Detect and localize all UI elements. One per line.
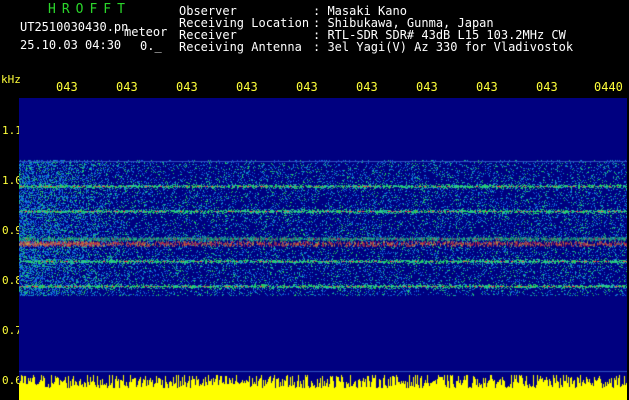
info-value-antenna: : 3el Yagi(V) Az 330 for Vladivostok (313, 40, 574, 54)
time-label: 043 (416, 80, 438, 94)
time-label: 043 (476, 80, 498, 94)
time-label: 043 (296, 80, 318, 94)
time-label: 043 (536, 80, 558, 94)
time-label: 043 (116, 80, 138, 94)
time-label: 043 (56, 80, 78, 94)
spectrogram-canvas (19, 98, 627, 400)
time-label: 043 (176, 80, 198, 94)
axis-unit-label: kHz (1, 73, 21, 86)
app-title: HROFFT (48, 2, 131, 17)
time-label: 043 (236, 80, 258, 94)
time-label: 043 (356, 80, 378, 94)
filename-label: UT2510030430.pn (20, 20, 129, 34)
info-label-antenna: Receiving Antenna (179, 40, 302, 54)
datetime-label: 25.10.03 04:30 (20, 38, 122, 52)
time-label: 0440 (594, 80, 623, 94)
file-type-label: meteor (124, 25, 168, 39)
counter-label: 0._ (140, 39, 162, 53)
